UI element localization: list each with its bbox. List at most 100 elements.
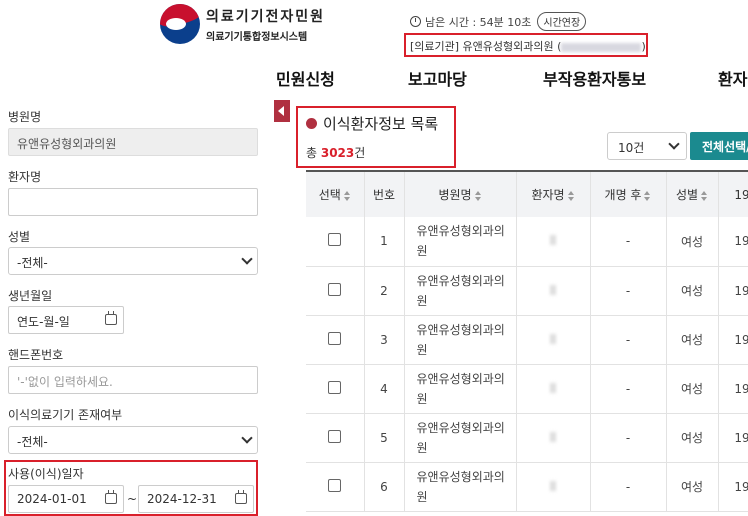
table-row[interactable]: 6 유앤유성형외과의원 - 여성 19 bbox=[306, 462, 748, 512]
sort-icon[interactable] bbox=[701, 190, 708, 201]
date-from-value: 2024-01-01 bbox=[17, 492, 87, 506]
extend-session-button[interactable]: 시간연장 bbox=[537, 12, 587, 31]
row-renamed: - bbox=[590, 413, 667, 463]
column-header-gender[interactable]: 성별 bbox=[666, 170, 719, 217]
row-renamed: - bbox=[590, 266, 667, 316]
row-checkbox[interactable] bbox=[328, 429, 342, 443]
row-select-cell bbox=[306, 315, 365, 365]
row-checkbox[interactable] bbox=[328, 233, 342, 247]
sort-icon[interactable] bbox=[343, 190, 351, 201]
nav-item-patient[interactable]: 환자 bbox=[718, 66, 747, 90]
row-hospital: 유앤유성형외과의원 bbox=[404, 364, 517, 414]
calendar-icon[interactable] bbox=[105, 311, 117, 325]
institution-suffix: ) bbox=[641, 40, 646, 53]
implant-device-label: 이식의료기기 존재여부 bbox=[8, 408, 123, 422]
calendar-icon[interactable] bbox=[235, 490, 247, 504]
sort-icon[interactable] bbox=[644, 190, 651, 201]
row-renamed: - bbox=[590, 462, 667, 512]
phone-label: 핸드폰번호 bbox=[8, 348, 64, 362]
calendar-icon[interactable] bbox=[105, 490, 117, 504]
column-header-number: 번호 bbox=[364, 170, 405, 217]
column-header-birth: 19 bbox=[718, 170, 748, 217]
select-all-button[interactable]: 전체선택/ bbox=[690, 132, 748, 160]
row-patient bbox=[516, 413, 591, 463]
site-logo[interactable]: 의료기기전자민원 의료기기통합정보시스템 bbox=[160, 4, 325, 44]
nav-item-civil-application[interactable]: 민원신청 bbox=[276, 66, 335, 90]
birthdate-label: 생년월일 bbox=[8, 289, 53, 303]
patient-name-label: 환자명 bbox=[8, 170, 42, 184]
row-gender: 여성 bbox=[666, 462, 719, 512]
row-gender: 여성 bbox=[666, 413, 719, 463]
date-range-separator: ~ bbox=[127, 492, 138, 506]
row-patient bbox=[516, 217, 591, 267]
nav-item-report[interactable]: 보고마당 bbox=[408, 66, 467, 90]
page-size-select[interactable]: 10건 bbox=[607, 132, 687, 160]
patient-name-field[interactable] bbox=[8, 188, 258, 216]
session-remaining-text: 남은 시간 : 54분 10초 bbox=[425, 15, 532, 29]
row-checkbox[interactable] bbox=[328, 478, 342, 492]
date-to-value: 2024-12-31 bbox=[147, 492, 217, 506]
table-row[interactable]: 1 유앤유성형외과의원 - 여성 19 bbox=[306, 217, 748, 267]
usage-date-label: 사용(이식)일자 bbox=[8, 467, 84, 481]
row-gender: 여성 bbox=[666, 315, 719, 365]
total-count: 총 3023건 bbox=[306, 144, 365, 161]
phone-field[interactable]: '-'없이 입력하세요. bbox=[8, 366, 258, 394]
implant-device-select-value: -전체- bbox=[17, 435, 48, 449]
row-gender: 여성 bbox=[666, 364, 719, 414]
government-emblem-icon bbox=[160, 4, 200, 44]
row-renamed: - bbox=[590, 364, 667, 414]
row-select-cell bbox=[306, 462, 365, 512]
chevron-down-icon bbox=[668, 138, 680, 150]
row-gender: 여성 bbox=[666, 266, 719, 316]
implant-device-select[interactable]: -전체- bbox=[8, 426, 258, 454]
row-select-cell bbox=[306, 266, 365, 316]
gender-select[interactable]: -전체- bbox=[8, 247, 258, 275]
sort-icon[interactable] bbox=[474, 190, 482, 201]
column-header-renamed[interactable]: 개명 후 bbox=[590, 170, 667, 217]
page-size-value: 10건 bbox=[618, 141, 645, 155]
sort-icon[interactable] bbox=[567, 190, 575, 201]
row-checkbox[interactable] bbox=[328, 380, 342, 394]
row-number: 4 bbox=[364, 364, 405, 414]
row-birth: 19 bbox=[718, 462, 748, 512]
collapse-sidebar-button[interactable] bbox=[274, 100, 290, 122]
birthdate-placeholder: 연도-월-일 bbox=[17, 315, 70, 329]
table-row[interactable]: 5 유앤유성형외과의원 - 여성 19 bbox=[306, 413, 748, 463]
patient-table: 선택 번호 병원명 환자명 개명 후 성별 19 1 유앤유성형외과의원 - 여성 19… bbox=[306, 170, 748, 512]
institution-text: [의료기관] 유앤유성형외과의원 ( bbox=[410, 40, 562, 53]
date-to-field[interactable]: 2024-12-31 bbox=[138, 485, 254, 513]
row-birth: 19 bbox=[718, 364, 748, 414]
row-hospital: 유앤유성형외과의원 bbox=[404, 462, 517, 512]
row-select-cell bbox=[306, 413, 365, 463]
clock-icon bbox=[410, 16, 421, 27]
total-count-value: 3023 bbox=[320, 146, 355, 160]
table-row[interactable]: 2 유앤유성형외과의원 - 여성 19 bbox=[306, 266, 748, 316]
date-from-field[interactable]: 2024-01-01 bbox=[8, 485, 124, 513]
table-row[interactable]: 3 유앤유성형외과의원 - 여성 19 bbox=[306, 315, 748, 365]
birthdate-field[interactable]: 연도-월-일 bbox=[8, 306, 124, 334]
chevron-down-icon bbox=[241, 253, 253, 265]
column-header-hospital[interactable]: 병원명 bbox=[404, 170, 517, 217]
column-header-select[interactable]: 선택 bbox=[306, 170, 365, 217]
table-row[interactable]: 4 유앤유성형외과의원 - 여성 19 bbox=[306, 364, 748, 414]
chevron-down-icon bbox=[241, 432, 253, 444]
column-header-patient[interactable]: 환자명 bbox=[516, 170, 591, 217]
total-prefix: 총 bbox=[306, 146, 321, 160]
masked-info bbox=[550, 431, 556, 442]
row-patient bbox=[516, 315, 591, 365]
row-number: 3 bbox=[364, 315, 405, 365]
masked-info bbox=[550, 382, 556, 393]
main-navigation: 민원신청 보고마당 부작용환자통보 환자 bbox=[0, 66, 748, 90]
row-checkbox[interactable] bbox=[328, 331, 342, 345]
row-hospital: 유앤유성형외과의원 bbox=[404, 217, 517, 267]
logo-subtitle: 의료기기통합정보시스템 bbox=[206, 31, 308, 43]
total-suffix: 건 bbox=[354, 146, 366, 160]
row-checkbox[interactable] bbox=[328, 282, 342, 296]
row-patient bbox=[516, 364, 591, 414]
row-select-cell bbox=[306, 217, 365, 267]
row-gender: 여성 bbox=[666, 217, 719, 267]
nav-item-adverse-report[interactable]: 부작용환자통보 bbox=[543, 66, 646, 90]
institution-info: [의료기관] 유앤유성형외과의원 () bbox=[404, 33, 648, 57]
table-header: 선택 번호 병원명 환자명 개명 후 성별 19 bbox=[306, 170, 748, 217]
page-title-text: 이식환자정보 목록 bbox=[323, 115, 439, 133]
